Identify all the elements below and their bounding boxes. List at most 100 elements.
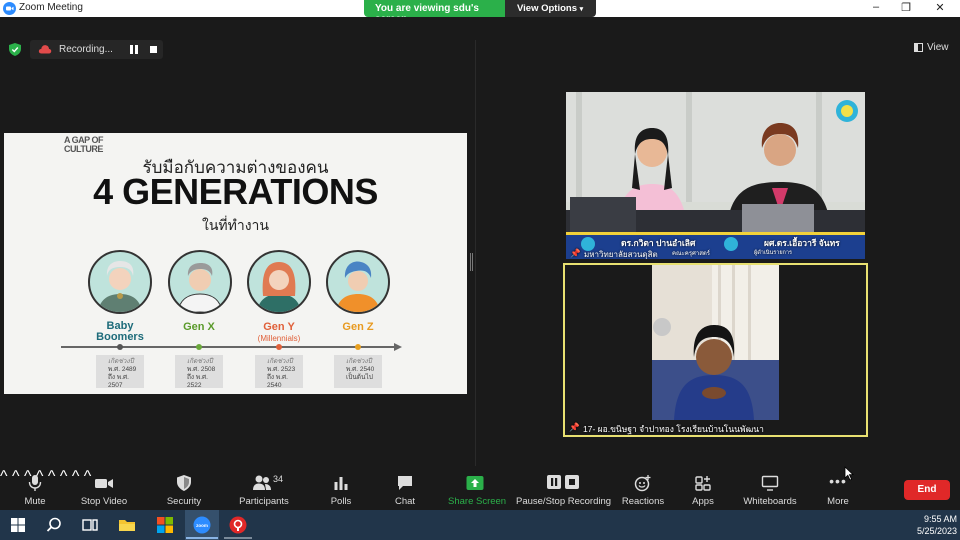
stop-video-button[interactable]: Stop Video	[79, 474, 129, 507]
encryption-shield-icon[interactable]	[9, 43, 21, 56]
participant-video-active-speaker[interactable]: 📌 17- ผอ.ขนิษฐา จำปาทอง โรงเรียนบ้านโนนพ…	[563, 263, 868, 437]
baby-boomer-avatar	[88, 250, 152, 314]
open-app-indicator	[224, 537, 252, 539]
restore-button[interactable]: ❐	[896, 1, 916, 14]
gen-label-text: Gen Z	[342, 321, 374, 333]
participant-video-hosts[interactable]: ดร.กวิตา ปานอำเลิศ ผศ.ดร.เอื้อวารี จันทร…	[566, 92, 865, 259]
polls-label: Polls	[330, 496, 352, 507]
zoom-logo-icon	[3, 2, 16, 15]
year-box-baby-boomers: เกิดช่วงปี พ.ศ. 2489 ถึง พ.ศ. 2507	[96, 355, 144, 389]
recorder-app-icon[interactable]	[229, 516, 247, 534]
share-screen-button[interactable]: Share Screen	[448, 474, 506, 507]
chevron-up-icon[interactable]: ^	[0, 468, 8, 485]
reactions-button[interactable]: Reactions	[620, 474, 666, 507]
whiteboards-button[interactable]: Whiteboards	[742, 474, 798, 507]
view-options-label: View Options	[517, 3, 578, 14]
minimize-button[interactable]: –	[866, 1, 886, 13]
year-to: ถึง พ.ศ. 2540	[267, 374, 288, 389]
recording-status: Recording...	[59, 44, 113, 55]
microphone-icon	[28, 475, 42, 491]
close-button[interactable]: ✕	[930, 1, 950, 14]
active-app-indicator	[186, 537, 218, 539]
year-from: พ.ศ. 2489	[108, 366, 137, 373]
gen-label-text: Gen Y	[263, 321, 295, 333]
more-label: More	[827, 496, 849, 507]
year-prefix: เกิดช่วงปี	[267, 358, 293, 365]
reactions-icon	[634, 475, 651, 492]
reactions-label: Reactions	[621, 496, 665, 507]
year-from: พ.ศ. 2523	[267, 366, 296, 373]
file-explorer-icon[interactable]	[118, 516, 136, 534]
participants-label: Participants	[239, 496, 289, 507]
speaker-name: 17- ผอ.ขนิษฐา จำปาทอง โรงเรียนบ้านโนนพัฒ…	[583, 424, 764, 434]
participants-icon-wrap: 34	[244, 474, 284, 492]
speaker-video-frame	[652, 265, 779, 420]
timeline-line	[61, 346, 397, 348]
view-options-button[interactable]: View Options ▾	[505, 0, 596, 17]
hosts-caption-small: ผู้ดำเนินรายการ	[754, 250, 792, 256]
chat-label: Chat	[394, 496, 416, 507]
timeline-dot	[117, 344, 123, 350]
hosts-video-frame	[566, 92, 865, 259]
whiteboards-label: Whiteboards	[743, 496, 797, 507]
year-to: ถึง พ.ศ. 2507	[108, 374, 129, 389]
window-title: Zoom Meeting	[19, 2, 83, 13]
share-banner: You are viewing sdu's screen View Option…	[364, 0, 596, 17]
hosts-caption: มหาวิทยาลัยสวนดุสิต	[584, 250, 658, 259]
year-prefix: เกิดช่วงปี	[187, 358, 213, 365]
hosts-caption-right: คณะครุศาสตร์	[672, 251, 710, 257]
apps-icon	[695, 476, 711, 491]
gen-label-text: Baby Boomers	[96, 320, 144, 343]
year-box-gen-z: เกิดช่วงปี พ.ศ. 2540 เป็นต้นไป	[334, 355, 382, 388]
timeline-arrow-icon	[394, 343, 402, 351]
apps-label: Apps	[692, 496, 714, 507]
security-button[interactable]: Security	[164, 474, 204, 507]
mute-button[interactable]: Mute	[20, 474, 50, 507]
gen-label-gen-y: Gen Y (Millennials)	[234, 322, 324, 344]
shared-screen-slide: A GAP OF CULTURE รับมือกับความต่างของคน …	[4, 133, 467, 394]
gen-label-baby-boomers: Baby Boomers	[75, 321, 165, 343]
stop-recording-icon[interactable]	[150, 46, 157, 53]
meeting-toolbar: Mute ^ Stop Video ^ Security 34 Particip…	[0, 468, 960, 510]
polls-button[interactable]: Polls	[326, 474, 356, 507]
chat-button[interactable]: Chat	[390, 474, 420, 507]
year-box-gen-x: เกิดช่วงปี พ.ศ. 2508 ถึง พ.ศ. 2522	[175, 355, 223, 389]
zoom-app-icon[interactable]: zoom	[193, 516, 211, 534]
view-layout-icon	[914, 43, 923, 52]
chevron-up-icon[interactable]: ^	[60, 468, 68, 485]
participants-count: 34	[273, 474, 284, 484]
gen-z-avatar	[326, 250, 390, 314]
pause-recording-icon[interactable]	[130, 45, 138, 54]
share-screen-icon	[466, 476, 484, 490]
task-view-icon[interactable]	[81, 516, 99, 534]
end-meeting-button[interactable]: End	[904, 480, 950, 500]
video-camera-icon	[95, 479, 113, 488]
windows-start-icon[interactable]	[9, 516, 27, 534]
timeline-dot	[355, 344, 361, 350]
search-icon[interactable]	[45, 516, 63, 534]
pin-icon[interactable]: 📌	[570, 248, 581, 259]
pause-stop-recording-button[interactable]: Pause/Stop Recording	[516, 474, 612, 507]
recording-indicator: Recording...	[30, 40, 163, 59]
participants-button[interactable]: 34 Participants	[236, 474, 292, 507]
gen-label-sub: (Millennials)	[257, 334, 301, 343]
participants-icon	[253, 475, 271, 490]
chevron-up-icon[interactable]: ^	[12, 468, 20, 485]
year-to: ถึง พ.ศ. 2522	[187, 374, 208, 389]
split-resize-handle[interactable]	[470, 253, 473, 271]
security-label: Security	[166, 496, 202, 507]
pin-icon[interactable]: 📌	[569, 422, 580, 433]
pause-stop-recording-label: Pause/Stop Recording	[516, 496, 612, 507]
gen-label-gen-z: Gen Z	[313, 322, 403, 333]
share-banner-message: You are viewing sdu's screen	[364, 0, 505, 17]
mute-label: Mute	[24, 496, 46, 507]
year-prefix: เกิดช่วงปี	[108, 358, 134, 365]
cloud-recording-icon	[38, 45, 52, 54]
timeline-dot	[196, 344, 202, 350]
system-clock[interactable]: 9:55 AM 5/25/2023	[905, 513, 957, 537]
microsoft-store-icon[interactable]	[156, 516, 174, 534]
apps-button[interactable]: Apps	[688, 474, 718, 507]
year-to: เป็นต้นไป	[346, 374, 373, 381]
view-button[interactable]: View	[914, 42, 949, 53]
clock-date: 5/25/2023	[916, 526, 957, 536]
